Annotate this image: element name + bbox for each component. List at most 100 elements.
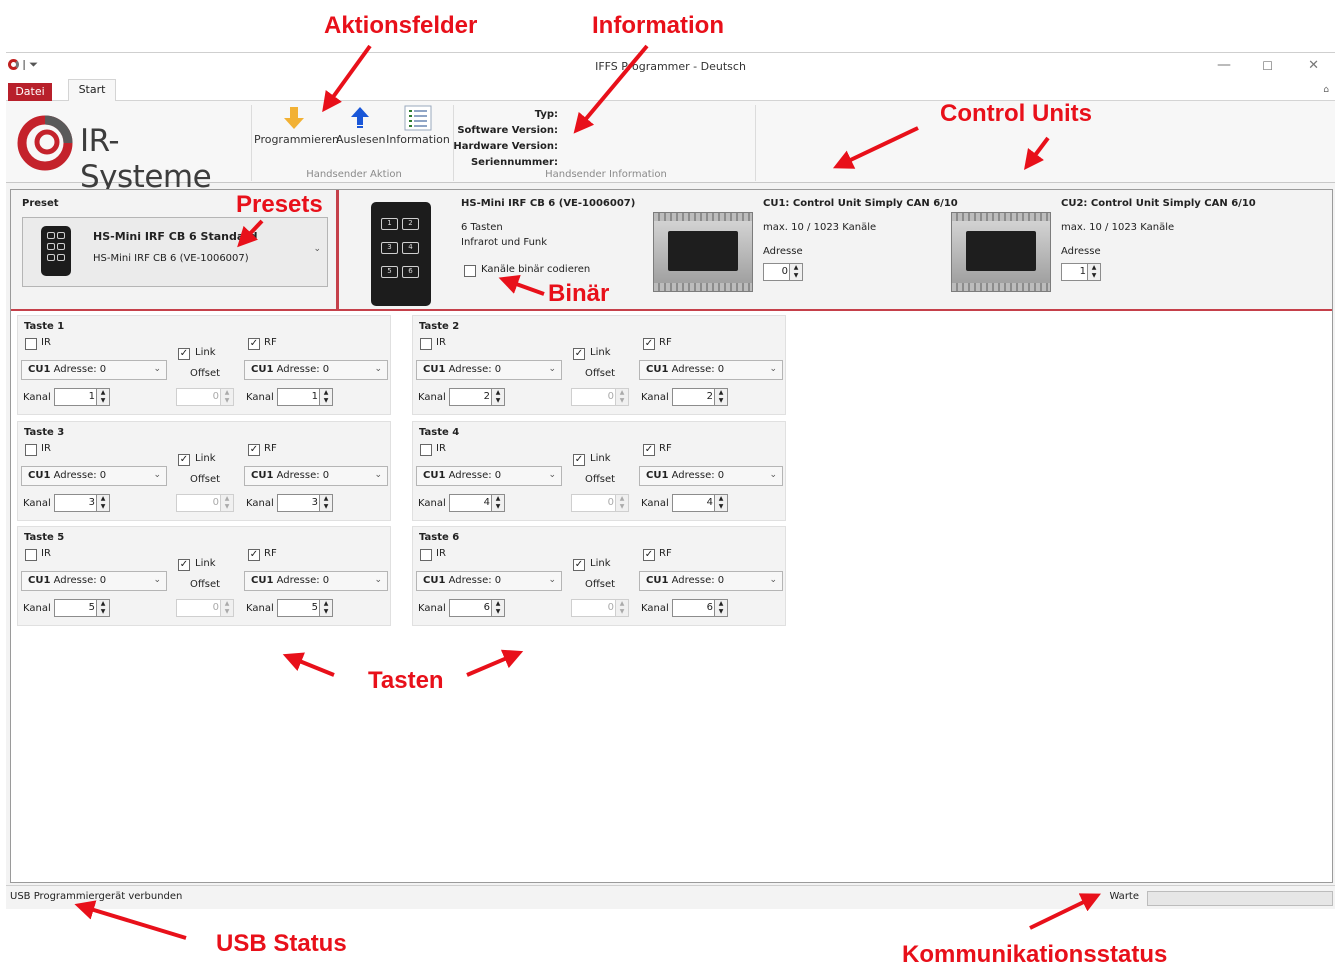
ir-cu-select[interactable]: CU1 Adresse: 0 ⌄ — [21, 571, 167, 591]
ir-cu-select[interactable]: CU1 Adresse: 0 ⌄ — [416, 360, 562, 380]
rf-channel-spinner[interactable]: 5 ▲ ▼ — [277, 599, 333, 617]
preset-remote-thumbnail — [41, 226, 71, 276]
spinner-arrows-icon[interactable]: ▲ ▼ — [96, 600, 109, 616]
spinner-arrows-icon[interactable]: ▲ ▼ — [491, 495, 504, 511]
link-checkbox[interactable]: ✓ — [178, 454, 190, 466]
cu-address: Adresse: 0 — [276, 470, 330, 481]
ir-checkbox[interactable] — [420, 444, 432, 456]
spinner-arrows-icon[interactable]: ▲ ▼ — [319, 600, 332, 616]
arrow-usb-status — [74, 900, 187, 940]
device-type: Infrarot und Funk — [461, 237, 548, 248]
cu-address: Adresse: 0 — [671, 364, 725, 375]
ir-checkbox[interactable] — [25, 549, 37, 561]
offset-spinner[interactable]: 0 ▲ ▼ — [176, 599, 234, 617]
rf-cu-select[interactable]: CU1 Adresse: 0 ⌄ — [639, 466, 783, 486]
rf-label: RF — [659, 443, 672, 454]
rf-channel-spinner[interactable]: 6 ▲ ▼ — [672, 599, 728, 617]
spinner-arrows-icon[interactable]: ▲ ▼ — [789, 264, 802, 280]
cu1-address-spinner[interactable]: 0 ▲ ▼ — [763, 263, 803, 281]
offset-spinner[interactable]: 0 ▲ ▼ — [571, 388, 629, 406]
ir-channel-spinner[interactable]: 6 ▲ ▼ — [449, 599, 505, 617]
rf-cu-select[interactable]: CU1 Adresse: 0 ⌄ — [244, 466, 388, 486]
cu-address: Adresse: 0 — [448, 575, 502, 586]
cu2-address-spinner[interactable]: 1 ▲ ▼ — [1061, 263, 1101, 281]
collapse-ribbon-icon[interactable]: ⌂ — [1323, 85, 1329, 95]
ir-channel-spinner[interactable]: 5 ▲ ▼ — [54, 599, 110, 617]
link-checkbox[interactable]: ✓ — [178, 559, 190, 571]
spinner-arrows-icon[interactable]: ▲ ▼ — [1087, 264, 1100, 280]
cu-name: CU1 — [423, 470, 446, 481]
offset-spinner[interactable]: 0 ▲ ▼ — [571, 599, 629, 617]
cu-select-value: CU1 Adresse: 0 — [251, 470, 329, 481]
ir-checkbox[interactable] — [25, 444, 37, 456]
rf-channel-spinner[interactable]: 2 ▲ ▼ — [672, 388, 728, 406]
key-title: Taste 3 — [24, 427, 65, 438]
cu-address: Adresse: 0 — [276, 364, 330, 375]
rf-checkbox[interactable]: ✓ — [643, 444, 655, 456]
maximize-button[interactable]: ☐ — [1262, 59, 1273, 73]
key-title: Taste 1 — [24, 321, 65, 332]
ir-checkbox[interactable] — [420, 549, 432, 561]
cu-select-value: CU1 Adresse: 0 — [251, 575, 329, 586]
offset-value: 0 — [212, 391, 219, 402]
ir-channel-value: 2 — [483, 391, 490, 402]
device-title: HS-Mini IRF CB 6 (VE-1006007) — [461, 198, 636, 209]
ir-label: IR — [436, 443, 446, 454]
ir-channel-spinner[interactable]: 4 ▲ ▼ — [449, 494, 505, 512]
rf-channel-spinner[interactable]: 3 ▲ ▼ — [277, 494, 333, 512]
rf-cu-select[interactable]: CU1 Adresse: 0 ⌄ — [639, 571, 783, 591]
spinner-arrows-icon[interactable]: ▲ ▼ — [714, 389, 727, 405]
ir-checkbox[interactable] — [25, 338, 37, 350]
auslesen-button[interactable]: Auslesen — [336, 105, 386, 146]
programmieren-button[interactable]: Programmieren — [254, 105, 339, 146]
ir-channel-spinner[interactable]: 2 ▲ ▼ — [449, 388, 505, 406]
offset-spinner[interactable]: 0 ▲ ▼ — [571, 494, 629, 512]
offset-spinner[interactable]: 0 ▲ ▼ — [176, 494, 234, 512]
rf-checkbox[interactable]: ✓ — [248, 338, 260, 350]
close-button[interactable]: ✕ — [1308, 58, 1319, 73]
link-checkbox[interactable]: ✓ — [573, 559, 585, 571]
offset-spinner[interactable]: 0 ▲ ▼ — [176, 388, 234, 406]
cu-select-value: CU1 Adresse: 0 — [423, 575, 501, 586]
rf-channel-spinner[interactable]: 1 ▲ ▼ — [277, 388, 333, 406]
binary-checkbox[interactable] — [464, 265, 476, 277]
rf-checkbox[interactable]: ✓ — [248, 549, 260, 561]
ir-checkbox[interactable] — [420, 338, 432, 350]
spinner-arrows-icon[interactable]: ▲ ▼ — [491, 389, 504, 405]
rf-checkbox[interactable]: ✓ — [248, 444, 260, 456]
spinner-arrows-icon[interactable]: ▲ ▼ — [714, 600, 727, 616]
rf-checkbox[interactable]: ✓ — [643, 549, 655, 561]
kanal-label: Kanal — [246, 498, 274, 509]
spinner-arrows-icon[interactable]: ▲ ▼ — [96, 495, 109, 511]
ir-cu-select[interactable]: CU1 Adresse: 0 ⌄ — [21, 360, 167, 380]
ir-channel-spinner[interactable]: 3 ▲ ▼ — [54, 494, 110, 512]
link-label: Link — [195, 453, 216, 464]
tab-datei[interactable]: Datei — [8, 83, 52, 101]
rf-channel-spinner[interactable]: 4 ▲ ▼ — [672, 494, 728, 512]
kanal-label: Kanal — [418, 603, 446, 614]
cu-select-value: CU1 Adresse: 0 — [28, 364, 106, 375]
ir-cu-select[interactable]: CU1 Adresse: 0 ⌄ — [416, 466, 562, 486]
rf-checkbox[interactable]: ✓ — [643, 338, 655, 350]
minimize-button[interactable]: — — [1217, 57, 1231, 73]
rf-cu-select[interactable]: CU1 Adresse: 0 ⌄ — [244, 571, 388, 591]
spinner-arrows-icon[interactable]: ▲ ▼ — [491, 600, 504, 616]
tab-start[interactable]: Start — [68, 79, 116, 102]
link-checkbox[interactable]: ✓ — [573, 454, 585, 466]
spinner-arrows-icon[interactable]: ▲ ▼ — [96, 389, 109, 405]
rf-cu-select[interactable]: CU1 Adresse: 0 ⌄ — [244, 360, 388, 380]
ir-channel-spinner[interactable]: 1 ▲ ▼ — [54, 388, 110, 406]
ir-cu-select[interactable]: CU1 Adresse: 0 ⌄ — [416, 571, 562, 591]
ir-cu-select[interactable]: CU1 Adresse: 0 ⌄ — [21, 466, 167, 486]
link-checkbox[interactable]: ✓ — [178, 348, 190, 360]
spinner-arrows-icon[interactable]: ▲ ▼ — [714, 495, 727, 511]
link-checkbox[interactable]: ✓ — [573, 348, 585, 360]
spinner-arrows-icon[interactable]: ▲ ▼ — [319, 495, 332, 511]
preset-select[interactable]: HS-Mini IRF CB 6 Standard HS-Mini IRF CB… — [22, 217, 328, 287]
rf-cu-select[interactable]: CU1 Adresse: 0 ⌄ — [639, 360, 783, 380]
offset-label: Offset — [585, 368, 616, 379]
main-panel: Preset HS-Mini IRF CB 6 Standard HS-Mini… — [10, 189, 1333, 883]
information-button[interactable]: Information — [386, 105, 450, 146]
link-label: Link — [195, 558, 216, 569]
spinner-arrows-icon[interactable]: ▲ ▼ — [319, 389, 332, 405]
